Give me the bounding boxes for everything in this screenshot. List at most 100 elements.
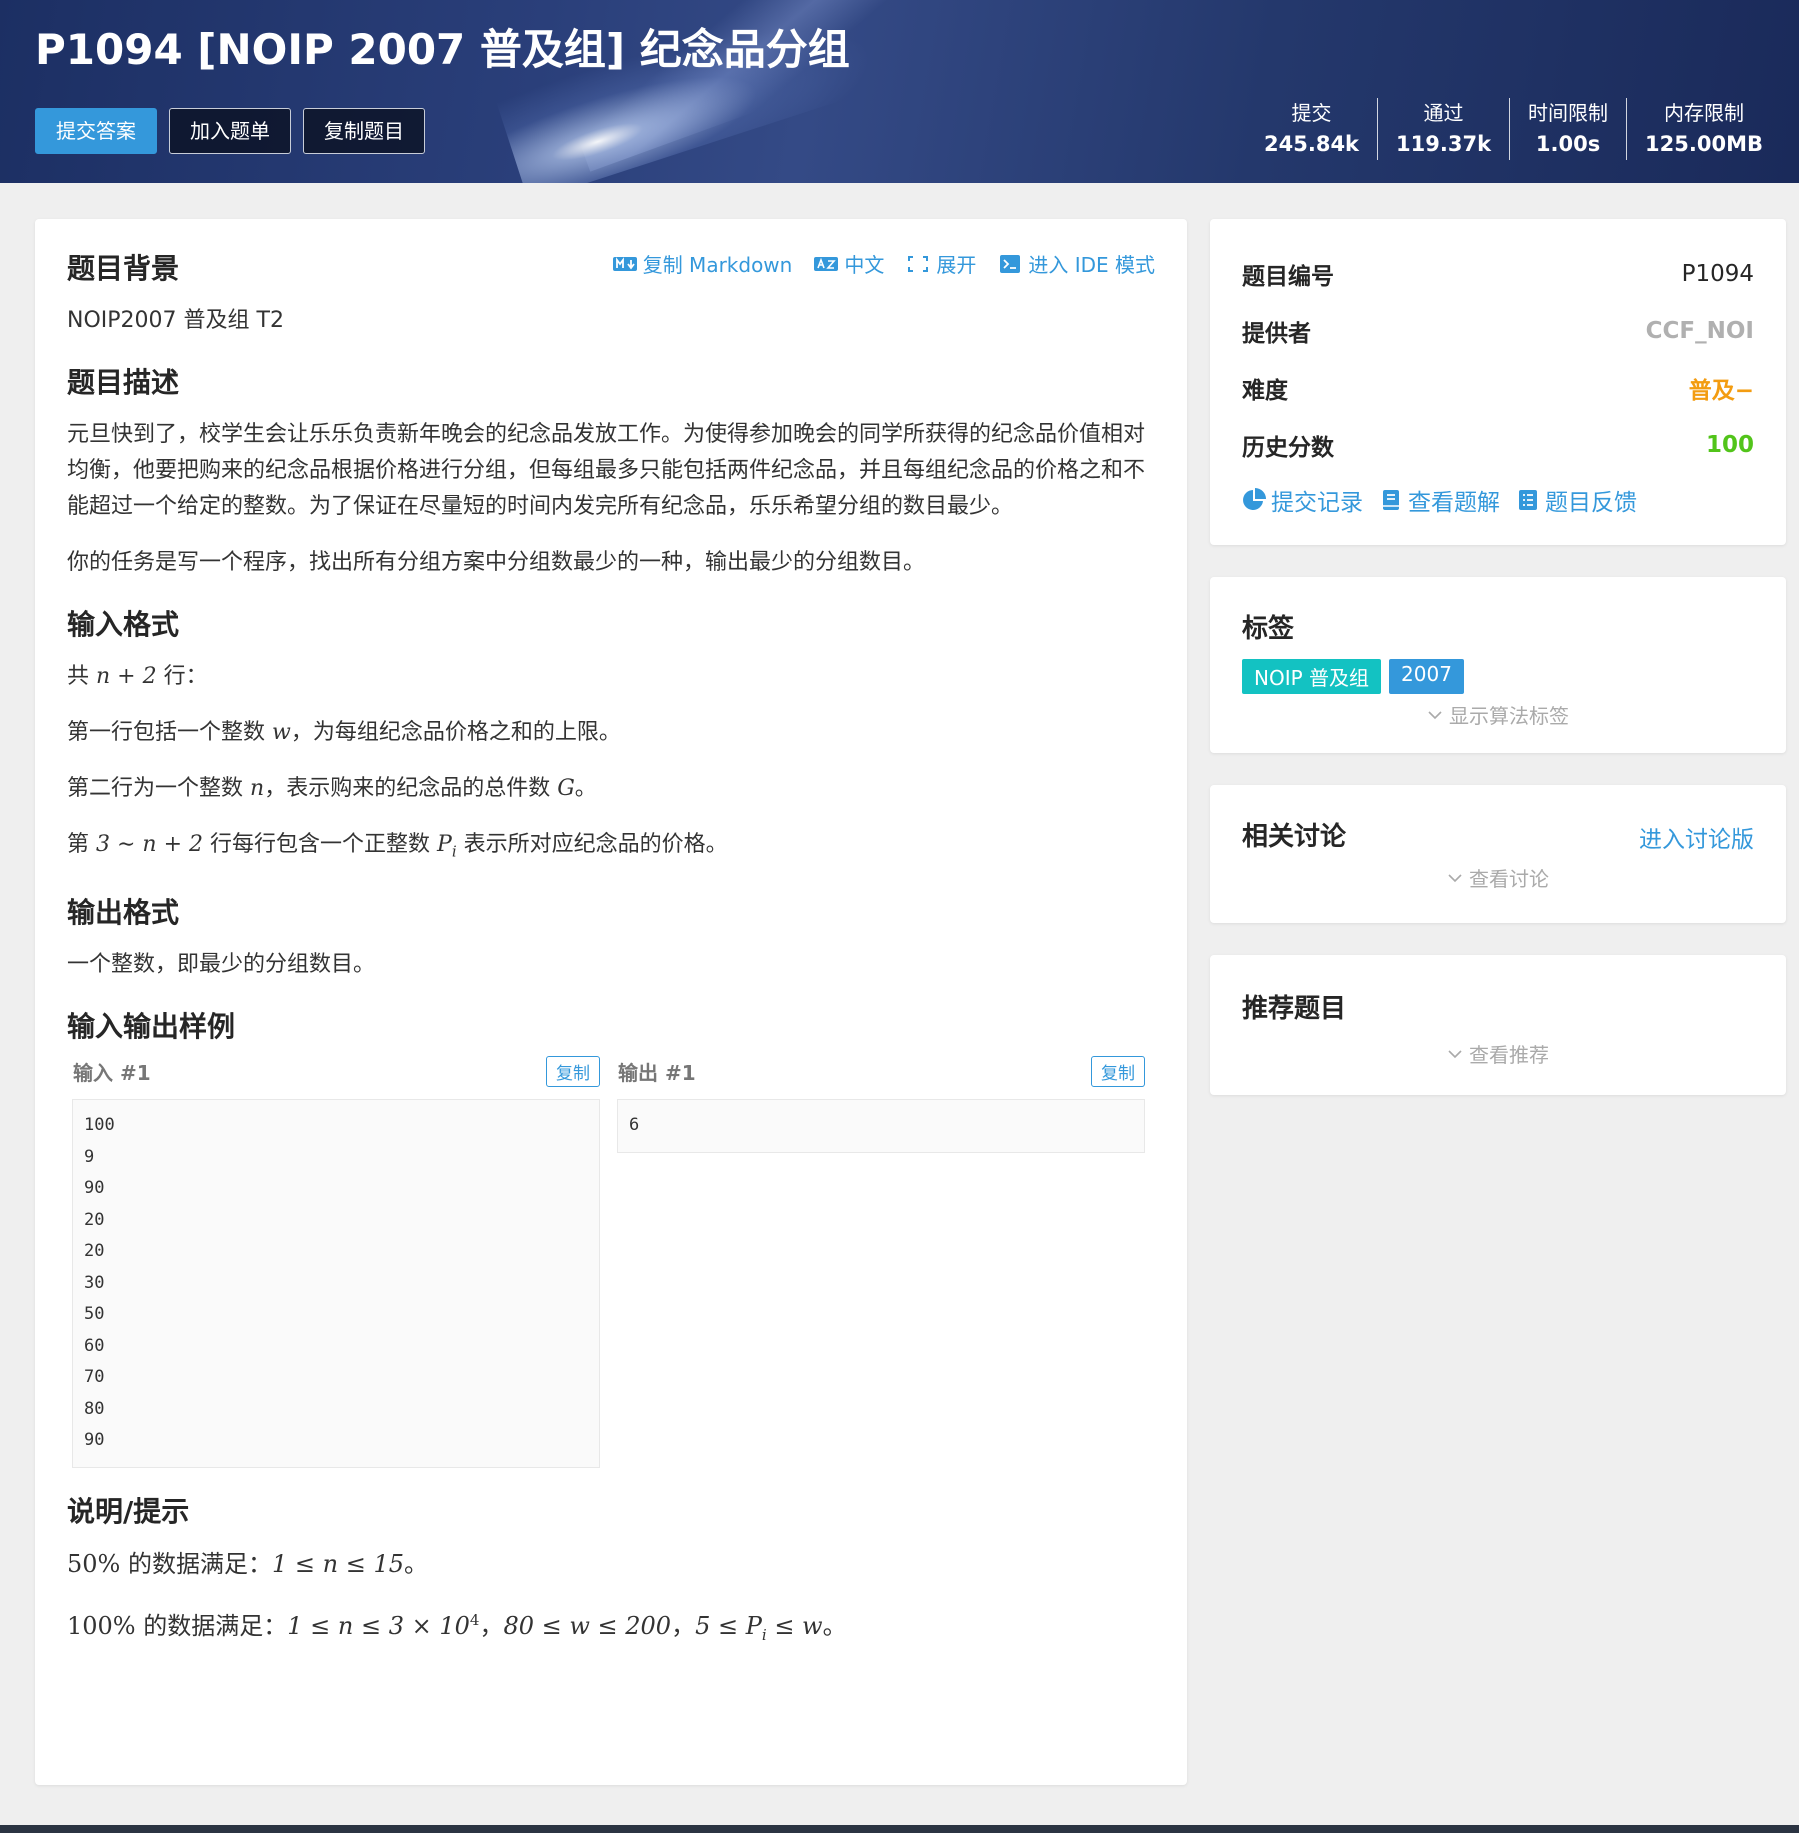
chevron-down-icon (1448, 1049, 1462, 1058)
text: 表示所对应纪念品的价格。 (463, 832, 728, 857)
language-button[interactable]: 中文 (814, 249, 884, 278)
view-recommendation-label: 查看推荐 (1469, 1043, 1549, 1067)
samples-section: 输入输出样例 输入 #1 复制 100 9 90 20 20 30 50 60 … (67, 1007, 1155, 1468)
discussion-card: 相关讨论 进入讨论版 查看讨论 (1210, 785, 1786, 923)
math-expression: n (250, 776, 265, 801)
recommendation-title: 推荐题目 (1242, 994, 1347, 1024)
sample-output-label: 输出 #1 (618, 1060, 696, 1085)
description-paragraph: 元旦快到了，校学生会让乐乐负责新年晚会的纪念品发放工作。为使得参加晚会的同学所获… (67, 422, 1146, 519)
info-links: 提交记录 查看题解 题目反馈 (1242, 483, 1754, 517)
copy-output-button[interactable]: 复制 (1091, 1055, 1145, 1087)
text: 第二行为一个整数 (67, 776, 244, 801)
output-format-text: 一个整数，即最少的分组数目。 (67, 952, 376, 978)
section-title: 输出格式 (67, 896, 180, 930)
section-title: 题目描述 (67, 366, 180, 399)
view-discussion-toggle[interactable]: 查看讨论 (1242, 863, 1754, 892)
show-algorithm-tags[interactable]: 显示算法标签 (1242, 700, 1754, 729)
list-icon (1519, 490, 1537, 510)
stat-label: 通过 (1423, 101, 1464, 125)
text: 。 (403, 1549, 428, 1578)
view-solutions-link[interactable]: 查看题解 (1379, 483, 1500, 517)
math-expression: 5 ≤ P (695, 1611, 762, 1640)
sample-input-code[interactable]: 100 9 90 20 20 30 50 60 70 80 90 (72, 1099, 600, 1468)
ide-mode-button[interactable]: 进入 IDE 模式 (998, 249, 1155, 278)
info-label: 历史分数 (1242, 434, 1334, 461)
recommendation-card: 推荐题目 查看推荐 (1210, 955, 1786, 1095)
info-row-id: 题目编号 P1094 (1242, 245, 1754, 302)
math-expression: n + 2 (96, 664, 157, 689)
text: 行每行包含一个正整数 (210, 832, 431, 857)
copy-input-button[interactable]: 复制 (546, 1055, 600, 1087)
expand-icon (908, 255, 929, 272)
copy-markdown-label: 复制 Markdown (642, 253, 793, 277)
text: 行： (163, 664, 208, 689)
discussion-title: 相关讨论 (1242, 822, 1347, 852)
text: ，表示购来的纪念品的总件数 (264, 776, 551, 801)
view-discussion-label: 查看讨论 (1469, 867, 1549, 891)
tag-year[interactable]: 2007 (1389, 659, 1464, 694)
submission-records-link[interactable]: 提交记录 (1242, 483, 1363, 517)
sample-header: 输出 #1 复制 (612, 1053, 1145, 1089)
section-title: 输入格式 (67, 608, 180, 641)
problem-id-value: P1094 (1681, 260, 1754, 287)
info-row-difficulty: 难度 普及− (1242, 359, 1754, 416)
problem-info-card: 题目编号 P1094 提供者 CCF_NOI 难度 普及− 历史分数 100 提… (1210, 219, 1786, 545)
stat-submissions: 提交 245.84k (1246, 98, 1377, 160)
problem-feedback-link[interactable]: 题目反馈 (1516, 483, 1637, 517)
sample-header: 输入 #1 复制 (67, 1053, 600, 1089)
problem-stats: 提交 245.84k 通过 119.37k 时间限制 1.00s 内存限制 12… (1246, 98, 1781, 160)
input-format-line: 第二行为一个整数 n，表示购来的纪念品的总件数 G。 (67, 771, 1155, 807)
stat-label: 内存限制 (1664, 101, 1745, 125)
stat-time-limit: 时间限制 1.00s (1509, 98, 1626, 160)
info-label: 题目编号 (1242, 263, 1334, 290)
sample-input: 输入 #1 复制 100 9 90 20 20 30 50 60 70 80 9… (67, 1053, 600, 1468)
stat-value: 125.00MB (1645, 132, 1763, 156)
chevron-down-icon (1428, 710, 1442, 719)
input-format-line: 第一行包括一个整数 w，为每组纪念品价格之和的上限。 (67, 715, 1155, 751)
stat-label: 提交 (1291, 101, 1332, 125)
section-title: 输入输出样例 (67, 1010, 236, 1044)
text: 。 (822, 1611, 847, 1640)
math-expression: 100% (67, 1611, 136, 1640)
input-format-line: 共 n + 2 行： (67, 659, 1155, 695)
text: 。 (574, 776, 597, 801)
expand-label: 展开 (936, 253, 977, 277)
add-to-list-button[interactable]: 加入题单 (169, 108, 291, 154)
stat-value: 119.37k (1396, 132, 1492, 156)
markdown-icon (612, 256, 637, 271)
sample-input-label: 输入 #1 (73, 1060, 151, 1085)
stat-memory-limit: 内存限制 125.00MB (1626, 98, 1781, 160)
math-expression: 50% (67, 1549, 121, 1578)
tag-noip[interactable]: NOIP 普及组 (1242, 659, 1382, 694)
tags-card: 标签 NOIP 普及组 2007 显示算法标签 (1210, 577, 1786, 753)
tag-list: NOIP 普及组 2007 (1242, 659, 1754, 694)
input-format-line: 第 3 ∼ n + 2 行每行包含一个正整数 Pi 表示所对应纪念品的价格。 (67, 827, 1155, 869)
text: 的数据满足： (143, 1611, 288, 1640)
discussion-header: 相关讨论 进入讨论版 (1242, 817, 1754, 857)
math-expression: P (437, 832, 452, 857)
provider-value[interactable]: CCF_NOI (1646, 318, 1754, 344)
copy-problem-button[interactable]: 复制题目 (303, 108, 425, 154)
show-algorithm-tags-label: 显示算法标签 (1449, 704, 1569, 728)
description-paragraph: 你的任务是写一个程序，找出所有分组方案中分组数最少的一种，输出最少的分组数目。 (67, 550, 926, 575)
enter-discussion-link[interactable]: 进入讨论版 (1639, 820, 1754, 854)
stat-label: 时间限制 (1528, 101, 1609, 125)
sample-output-code[interactable]: 6 (617, 1099, 1145, 1153)
math-expression: G (557, 776, 575, 801)
score-value: 100 (1705, 431, 1754, 458)
view-recommendation-toggle[interactable]: 查看推荐 (1242, 1039, 1754, 1068)
text: 第一行包括一个整数 (67, 720, 266, 745)
expand-button[interactable]: 展开 (906, 249, 976, 278)
submit-answer-button[interactable]: 提交答案 (35, 108, 157, 154)
copy-markdown-button[interactable]: 复制 Markdown (612, 249, 793, 278)
pie-chart-icon (1243, 488, 1266, 510)
background-text: NOIP2007 普及组 T2 (67, 308, 284, 333)
chevron-down-icon (1448, 873, 1462, 882)
sample-output: 输出 #1 复制 6 (612, 1053, 1145, 1468)
math-expression: w (272, 720, 291, 745)
math-subscript: i (451, 842, 457, 861)
info-label: 提供者 (1242, 320, 1311, 347)
text: ， (671, 1611, 696, 1640)
translate-icon (814, 256, 839, 271)
stat-value: 1.00s (1535, 132, 1601, 156)
